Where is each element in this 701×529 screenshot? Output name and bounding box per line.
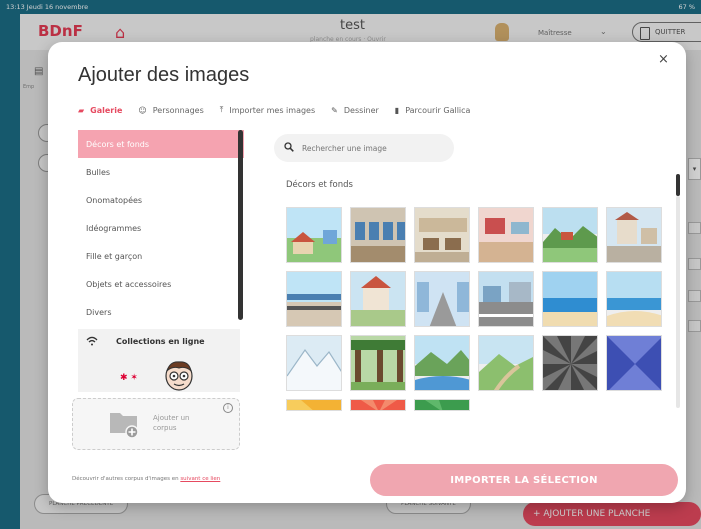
category-item[interactable]: Divers <box>78 298 244 326</box>
info-icon[interactable]: i <box>223 403 233 413</box>
tab-import-images[interactable]: ⤒ Importer mes images <box>220 105 315 115</box>
upload-icon: ⤒ <box>219 105 224 114</box>
image-thumbnail[interactable] <box>478 207 534 263</box>
online-collections[interactable]: Collections en ligne ✱ ✶ <box>78 329 240 392</box>
category-scrollbar[interactable] <box>238 130 243 320</box>
tab-label: Dessiner <box>343 105 379 115</box>
book-icon: ▰ <box>78 105 85 115</box>
image-search[interactable] <box>274 134 454 162</box>
image-thumbnail[interactable] <box>478 271 534 327</box>
mascot-illustration <box>162 359 196 392</box>
sparkle-icon: ✱ ✶ <box>120 373 138 383</box>
category-item[interactable]: Décors et fonds <box>78 130 244 158</box>
gallica-icon: ▮ <box>394 105 400 115</box>
image-thumbnail[interactable] <box>350 207 406 263</box>
image-thumbnail[interactable] <box>286 271 342 327</box>
category-item[interactable]: Objets et accessoires <box>78 270 244 298</box>
search-icon <box>284 141 294 155</box>
image-thumbnail[interactable] <box>286 335 342 391</box>
add-corpus-button[interactable]: Ajouter un corpus i <box>72 398 240 450</box>
dialog-title: Ajouter des images <box>78 64 250 86</box>
add-images-dialog: Ajouter des images × ▰ Galerie ☺ Personn… <box>48 42 686 503</box>
image-thumbnail[interactable] <box>542 335 598 391</box>
online-collections-label: Collections en ligne <box>116 337 205 346</box>
category-item[interactable]: Fille et garçon <box>78 242 244 270</box>
image-thumbnail[interactable] <box>350 399 406 411</box>
category-item[interactable]: Onomatopées <box>78 186 244 214</box>
wifi-icon <box>86 336 98 349</box>
tab-characters[interactable]: ☺ Personnages <box>138 106 203 115</box>
image-thumbnail[interactable] <box>414 271 470 327</box>
search-input[interactable] <box>302 143 442 153</box>
image-thumbnail[interactable] <box>414 399 470 411</box>
image-thumbnail[interactable] <box>606 271 662 327</box>
category-item[interactable]: Idéogrammes <box>78 214 244 242</box>
tab-gallery[interactable]: ▰ Galerie <box>78 106 122 115</box>
tab-label: Galerie <box>90 105 123 115</box>
smile-icon: ☺ <box>138 105 147 115</box>
footer-note-text: Découvrir d'autres corpus d'images en <box>72 476 181 482</box>
image-thumbnail[interactable] <box>478 335 534 391</box>
tab-gallica[interactable]: ▮ Parcourir Gallica <box>395 106 471 115</box>
grid-scroll-track[interactable] <box>676 196 680 408</box>
category-item[interactable]: Bulles <box>78 158 244 186</box>
section-title: Décors et fonds <box>286 180 353 190</box>
image-thumbnail[interactable] <box>414 335 470 391</box>
import-selection-button[interactable]: IMPORTER LA SÉLECTION <box>370 464 678 496</box>
image-thumbnail[interactable] <box>414 207 470 263</box>
tab-draw[interactable]: ✎ Dessiner <box>331 106 379 115</box>
close-icon[interactable]: × <box>658 52 669 67</box>
add-corpus-label: Ajouter un corpus <box>153 414 190 432</box>
grid-scrollbar[interactable] <box>676 174 680 196</box>
image-thumbnail[interactable] <box>542 207 598 263</box>
image-thumbnail[interactable] <box>350 335 406 391</box>
tab-label: Importer mes images <box>229 105 316 115</box>
tab-label: Personnages <box>152 105 204 115</box>
image-thumbnail[interactable] <box>542 271 598 327</box>
footer-note: Découvrir d'autres corpus d'images en su… <box>72 476 220 482</box>
image-thumbnail[interactable] <box>286 399 342 411</box>
folder-plus-icon <box>109 407 139 439</box>
image-thumbnail[interactable] <box>606 207 662 263</box>
corpus-link[interactable]: suivant ce lien <box>180 476 220 482</box>
pencil-icon: ✎ <box>331 105 338 115</box>
image-thumbnail[interactable] <box>350 271 406 327</box>
tab-label: Parcourir Gallica <box>405 105 471 115</box>
tab-bar: ▰ Galerie ☺ Personnages ⤒ Importer mes i… <box>78 102 486 118</box>
image-thumbnail[interactable] <box>606 335 662 391</box>
image-thumbnail[interactable] <box>286 207 342 263</box>
